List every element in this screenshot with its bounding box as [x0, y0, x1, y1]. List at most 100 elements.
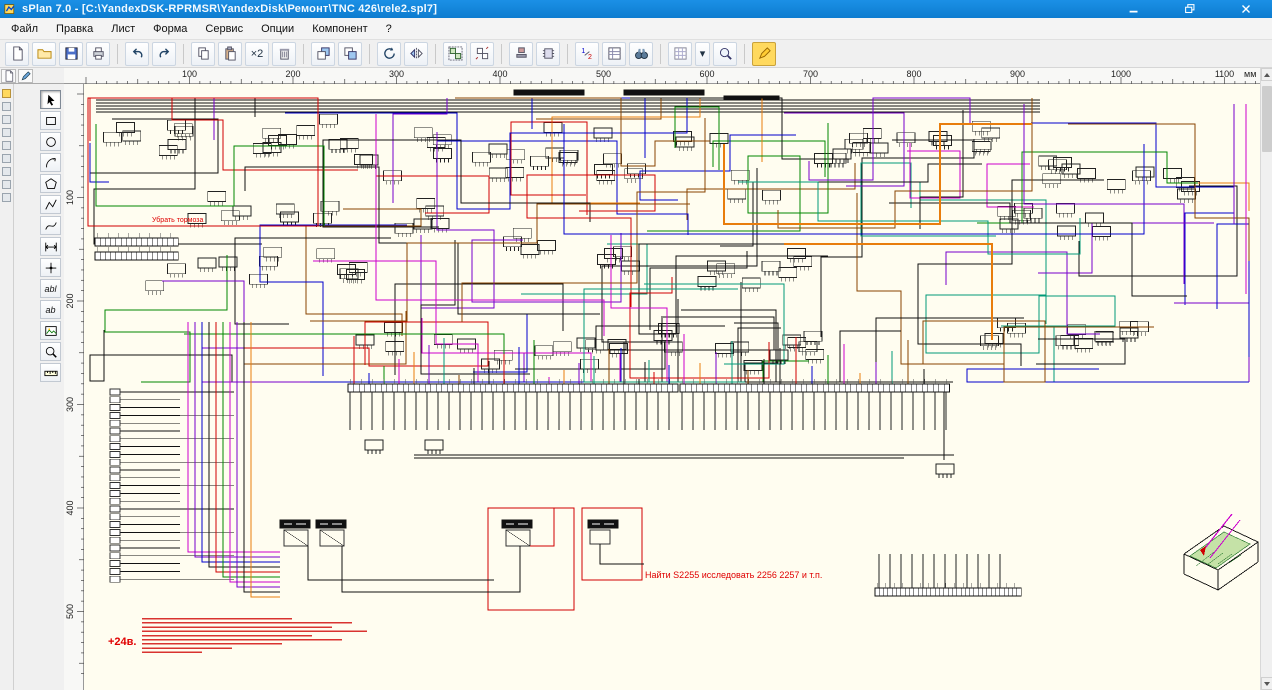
component-button[interactable]	[536, 41, 560, 66]
sheet-strip-icon[interactable]	[2, 193, 11, 202]
copy-button[interactable]	[191, 41, 215, 66]
scroll-up-icon[interactable]	[1261, 68, 1272, 81]
group-button[interactable]	[443, 41, 467, 66]
mirror-button[interactable]	[404, 41, 428, 66]
undo-button[interactable]	[125, 41, 149, 66]
svg-text:100: 100	[65, 190, 75, 205]
workspace: 100 200 300 400 500 600 700 800 900 1000 1100 мм ab…	[0, 68, 1272, 690]
app-icon	[4, 3, 17, 16]
vertical-scrollbar[interactable]	[1260, 68, 1272, 690]
sheet-strip-icon[interactable]	[2, 102, 11, 111]
select-tool-button[interactable]	[40, 90, 61, 109]
svg-text:600: 600	[699, 69, 714, 79]
sheet-settings-button[interactable]	[1, 69, 16, 83]
toolbar-separator	[567, 43, 568, 64]
menu-item-4[interactable]: Сервис	[196, 20, 252, 38]
zoom-window-button[interactable]	[713, 41, 737, 66]
duplicate-button[interactable]: ×2	[245, 41, 269, 66]
menu-item-2[interactable]: Лист	[102, 20, 144, 38]
splan-window: sPlan 7.0 - [C:\YandexDSK-RPRMSR\YandexD…	[0, 0, 1272, 690]
dimension-tool-button[interactable]	[40, 237, 61, 256]
svg-text:400: 400	[65, 500, 75, 515]
sheet-strip-icon[interactable]	[2, 167, 11, 176]
menu-item-7[interactable]: ?	[377, 20, 401, 38]
text-block-tool-button[interactable]: ab	[40, 300, 61, 319]
svg-text:1100: 1100	[1215, 69, 1234, 79]
schematic-canvas[interactable]: Найти S2255 исследовать 2256 2257 и т.п.…	[84, 84, 1260, 690]
svg-text:1000: 1000	[1111, 69, 1131, 79]
stamp-button[interactable]	[509, 41, 533, 66]
ruler-corner	[0, 68, 64, 84]
rectangle-tool-button[interactable]	[40, 111, 61, 130]
toolbar-separator	[183, 43, 184, 64]
edit-mode-button[interactable]	[18, 69, 33, 83]
toolbar-separator	[369, 43, 370, 64]
toolbar-separator	[303, 43, 304, 64]
sheet-tab-strip	[0, 84, 14, 690]
toolbar-separator	[117, 43, 118, 64]
menu-item-5[interactable]: Опции	[252, 20, 303, 38]
sheet-strip-icon[interactable]	[2, 154, 11, 163]
text-block-tool-label: ab	[45, 304, 56, 315]
menu-item-6[interactable]: Компонент	[303, 20, 376, 38]
svg-text:700: 700	[803, 69, 818, 79]
toolbar-separator	[501, 43, 502, 64]
polygon-tool-button[interactable]	[40, 174, 61, 193]
ungroup-button[interactable]	[470, 41, 494, 66]
menu-item-3[interactable]: Форма	[144, 20, 196, 38]
save-button[interactable]	[59, 41, 83, 66]
text-tool-button[interactable]: abl	[40, 279, 61, 298]
image-tool-button[interactable]	[40, 321, 61, 340]
paste-button[interactable]	[218, 41, 242, 66]
menu-item-0[interactable]: Файл	[2, 20, 47, 38]
grid-dropdown-button[interactable]: ▾	[695, 41, 710, 66]
redo-button[interactable]	[152, 41, 176, 66]
vertical-ruler-scale: 100 200 300 400 500	[65, 93, 84, 674]
find-button[interactable]	[629, 41, 653, 66]
sheet-strip-icon[interactable]	[2, 89, 11, 98]
print-button[interactable]	[86, 41, 110, 66]
close-icon[interactable]	[1234, 2, 1258, 16]
sheet-strip-icon[interactable]	[2, 115, 11, 124]
minimize-icon[interactable]	[1122, 2, 1146, 16]
grid-button[interactable]	[668, 41, 692, 66]
duplicate-label: ×2	[250, 47, 264, 60]
title-bar: sPlan 7.0 - [C:\YandexDSK-RPRMSR\YandexD…	[0, 0, 1272, 18]
scroll-down-icon[interactable]	[1261, 677, 1272, 690]
horizontal-ruler: 100 200 300 400 500 600 700 800 900 1000 1100 мм	[64, 68, 1260, 84]
zoom-tool-button[interactable]	[40, 342, 61, 361]
polyline-tool-button[interactable]	[40, 195, 61, 214]
ellipse-tool-button[interactable]	[40, 132, 61, 151]
window-title: sPlan 7.0 - [C:\YandexDSK-RPRMSR\YandexD…	[22, 3, 438, 15]
text-tool-label: abl	[44, 283, 57, 294]
node-tool-button[interactable]	[40, 258, 61, 277]
menu-item-1[interactable]: Правка	[47, 20, 102, 38]
svg-text:мм: мм	[1244, 69, 1256, 79]
bring-to-front-button[interactable]	[311, 41, 335, 66]
sheet-strip-icon[interactable]	[2, 180, 11, 189]
schematic-drawing	[87, 89, 1259, 654]
svg-text:400: 400	[492, 69, 507, 79]
restore-icon[interactable]	[1178, 2, 1202, 16]
svg-text:2: 2	[587, 54, 591, 61]
sheet-strip-icon[interactable]	[2, 141, 11, 150]
bezier-tool-button[interactable]	[40, 216, 61, 235]
send-to-back-button[interactable]	[338, 41, 362, 66]
highlighter-button[interactable]	[752, 41, 776, 66]
svg-text:500: 500	[596, 69, 611, 79]
svg-text:200: 200	[65, 293, 75, 308]
delete-button[interactable]	[272, 41, 296, 66]
open-button[interactable]	[32, 41, 56, 66]
parts-list-button[interactable]	[602, 41, 626, 66]
measure-tool-button[interactable]	[40, 363, 61, 382]
rotate-button[interactable]	[377, 41, 401, 66]
grid-dropdown-label: ▾	[699, 48, 706, 60]
annotation-find-note: Найти S2255 исследовать 2256 2257 и т.п.	[645, 570, 823, 580]
scrollbar-thumb[interactable]	[1262, 86, 1272, 152]
new-button[interactable]	[5, 41, 29, 66]
svg-text:1: 1	[581, 48, 585, 55]
arc-tool-button[interactable]	[40, 153, 61, 172]
sheet-strip-icon[interactable]	[2, 128, 11, 137]
renumber-button[interactable]: 12	[575, 41, 599, 66]
svg-text:800: 800	[906, 69, 921, 79]
